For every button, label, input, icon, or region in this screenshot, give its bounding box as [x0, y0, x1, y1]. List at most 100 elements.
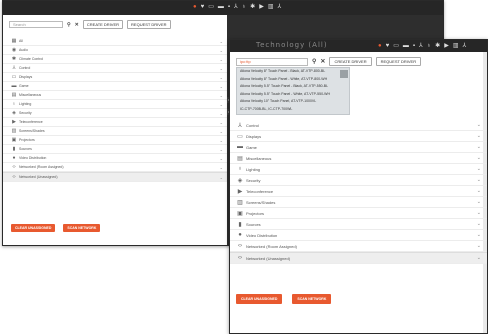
- category-item[interactable]: ◈ Security ⌄: [3, 109, 227, 118]
- marker-icon[interactable]: ♥: [386, 43, 390, 49]
- suggestion-item[interactable]: Atlona Velocity 8" Touch Panel - White, …: [237, 76, 349, 84]
- chevron-down-icon[interactable]: ⌄: [220, 120, 223, 125]
- request-driver-button[interactable]: REQUEST DRIVER: [375, 57, 422, 66]
- chevron-down-icon[interactable]: ⌄: [477, 255, 481, 261]
- category-item[interactable]: ▥ Screens/Shades ⌄: [3, 127, 227, 136]
- suggestion-item[interactable]: Atlona Velocity 5.5" Touch Panel - White…: [237, 91, 349, 99]
- chevron-down-icon[interactable]: ⌄: [220, 84, 223, 89]
- fan-icon[interactable]: ✱: [250, 3, 255, 10]
- chevron-down-icon[interactable]: ⌄: [220, 129, 223, 134]
- category-item[interactable]: ▬ Game ⌄: [3, 82, 227, 91]
- marker-icon[interactable]: ♥: [201, 4, 205, 10]
- notification-icon[interactable]: ●: [378, 43, 382, 49]
- bulb-icon[interactable]: ♁: [242, 4, 247, 10]
- category-item[interactable]: ▮ Sources ⌄: [3, 145, 227, 154]
- category-item[interactable]: ▤ Miscellaneous ⌄: [230, 153, 487, 164]
- category-item[interactable]: ◉ Audio ⌄: [3, 46, 227, 55]
- clear-unassigned-button[interactable]: CLEAR UNASSIGNED: [11, 224, 56, 232]
- hdmi-icon[interactable]: ▬: [218, 4, 224, 10]
- category-item[interactable]: ◈ Security ⌄: [230, 175, 487, 186]
- create-driver-button[interactable]: CREATE DRIVER: [329, 57, 372, 66]
- search-input[interactable]: ipc:ttp: [236, 57, 308, 66]
- chevron-down-icon[interactable]: ⌄: [477, 144, 481, 150]
- category-item[interactable]: ‹› Networked (Unassigned) ⌄: [3, 173, 227, 182]
- chevron-down-icon[interactable]: ⌄: [477, 232, 481, 238]
- category-item[interactable]: ▣ Projectors ⌄: [230, 208, 487, 219]
- category-item[interactable]: ▤ Miscellaneous ⌄: [3, 91, 227, 100]
- notification-icon[interactable]: ●: [193, 4, 197, 10]
- category-item[interactable]: ♁ Lighting ⌄: [3, 100, 227, 109]
- device-icon[interactable]: ▪: [228, 4, 230, 10]
- category-item[interactable]: ‹› Networked (Unassigned) ⌄: [230, 253, 487, 264]
- shades-icon[interactable]: ▥: [453, 42, 459, 49]
- network-icon[interactable]: ⅄: [419, 42, 423, 49]
- chevron-down-icon[interactable]: ⌄: [220, 93, 223, 98]
- chevron-down-icon[interactable]: ⌄: [220, 138, 223, 143]
- chevron-down-icon[interactable]: ⌄: [220, 102, 223, 107]
- suggestion-item[interactable]: Atlona Velocity 8" Touch Panel - Black, …: [237, 68, 349, 76]
- request-driver-button[interactable]: REQUEST DRIVER: [127, 20, 171, 29]
- chevron-down-icon[interactable]: ⌄: [220, 111, 223, 116]
- fan-icon[interactable]: ✱: [435, 42, 440, 49]
- network-icon[interactable]: ⅄: [234, 3, 238, 10]
- chevron-down-icon[interactable]: ⌄: [477, 243, 481, 249]
- search-icon[interactable]: ⚲: [67, 22, 71, 28]
- category-item[interactable]: ▮ Sources ⌄: [230, 219, 487, 230]
- chevron-down-icon[interactable]: ⌄: [477, 177, 481, 183]
- category-item[interactable]: ✱ Climate Control ⌄: [3, 55, 227, 64]
- close-icon[interactable]: ✕: [75, 22, 79, 28]
- chevron-down-icon[interactable]: ⌄: [220, 66, 223, 71]
- scan-network-button[interactable]: SCAN NETWORK: [63, 224, 101, 232]
- clear-unassigned-button[interactable]: CLEAR UNASSIGNED: [236, 294, 283, 304]
- search-input[interactable]: Search: [9, 21, 63, 28]
- chevron-down-icon[interactable]: ⌄: [220, 156, 223, 161]
- category-item[interactable]: ▶ Teleconference ⌄: [3, 118, 227, 127]
- device-icon[interactable]: ▪: [413, 43, 415, 49]
- create-driver-button[interactable]: CREATE DRIVER: [82, 20, 124, 29]
- chevron-down-icon[interactable]: ⌄: [477, 188, 481, 194]
- monitor-icon[interactable]: ▭: [208, 3, 214, 10]
- chevron-down-icon[interactable]: ⌄: [220, 175, 223, 180]
- category-item[interactable]: ● Video Distribution ⌄: [3, 154, 227, 163]
- chevron-down-icon[interactable]: ⌄: [220, 39, 223, 44]
- suggestion-item[interactable]: IC-CTP-700B-BL, IC-CTP-700WL: [237, 106, 349, 114]
- chevron-down-icon[interactable]: ⌄: [477, 221, 481, 227]
- close-icon[interactable]: ✕: [320, 58, 325, 65]
- category-item[interactable]: ▣ Projectors ⌄: [3, 136, 227, 145]
- chevron-down-icon[interactable]: ⌄: [220, 147, 223, 152]
- category-item[interactable]: ▦ All ⌄: [3, 37, 227, 46]
- chevron-down-icon[interactable]: ⌄: [220, 57, 223, 62]
- chevron-down-icon[interactable]: ⌄: [477, 133, 481, 139]
- chevron-down-icon[interactable]: ⌄: [220, 165, 223, 170]
- category-item[interactable]: ▥ Screens/Shades ⌄: [230, 197, 487, 208]
- category-item[interactable]: ▭ Displays ⌄: [3, 73, 227, 82]
- chevron-down-icon[interactable]: ⌄: [220, 75, 223, 80]
- category-item[interactable]: ⅄ Control ⌄: [3, 64, 227, 73]
- bulb-icon[interactable]: ♁: [427, 43, 432, 49]
- control-icon[interactable]: ⅄: [278, 3, 282, 10]
- suggestion-item[interactable]: Atlona Velocity 10" Touch Panel, AT-VTP-…: [237, 98, 349, 106]
- chevron-down-icon[interactable]: ⌄: [477, 155, 481, 161]
- category-item[interactable]: ▭ Displays ⌄: [230, 131, 487, 142]
- camera-icon[interactable]: ▶: [259, 3, 264, 10]
- monitor-icon[interactable]: ▭: [393, 42, 399, 49]
- chevron-down-icon[interactable]: ⌄: [477, 122, 481, 128]
- dropdown-scrollbar[interactable]: [340, 70, 348, 78]
- shades-icon[interactable]: ▥: [268, 3, 274, 10]
- control-icon[interactable]: ⅄: [463, 42, 467, 49]
- category-item[interactable]: ‹› Networked (Room Assigned) ⌄: [230, 241, 487, 252]
- category-item[interactable]: ⅄ Control ⌄: [230, 120, 487, 131]
- category-item[interactable]: ‹› Networked (Room Assigned) ⌄: [3, 163, 227, 172]
- chevron-down-icon[interactable]: ⌄: [477, 199, 481, 205]
- camera-icon[interactable]: ▶: [444, 42, 449, 49]
- category-item[interactable]: ▶ Teleconference ⌄: [230, 186, 487, 197]
- chevron-down-icon[interactable]: ⌄: [220, 48, 223, 53]
- search-icon[interactable]: ⚲: [312, 58, 316, 65]
- category-item[interactable]: ♁ Lighting ⌄: [230, 164, 487, 175]
- category-item[interactable]: ● Video Distribution ⌄: [230, 230, 487, 241]
- hdmi-icon[interactable]: ▬: [403, 43, 409, 49]
- category-item[interactable]: ▬ Game ⌄: [230, 142, 487, 153]
- chevron-down-icon[interactable]: ⌄: [477, 210, 481, 216]
- chevron-down-icon[interactable]: ⌄: [477, 166, 481, 172]
- suggestion-item[interactable]: Atlona Velocity 5.5" Touch Panel - Black…: [237, 83, 349, 91]
